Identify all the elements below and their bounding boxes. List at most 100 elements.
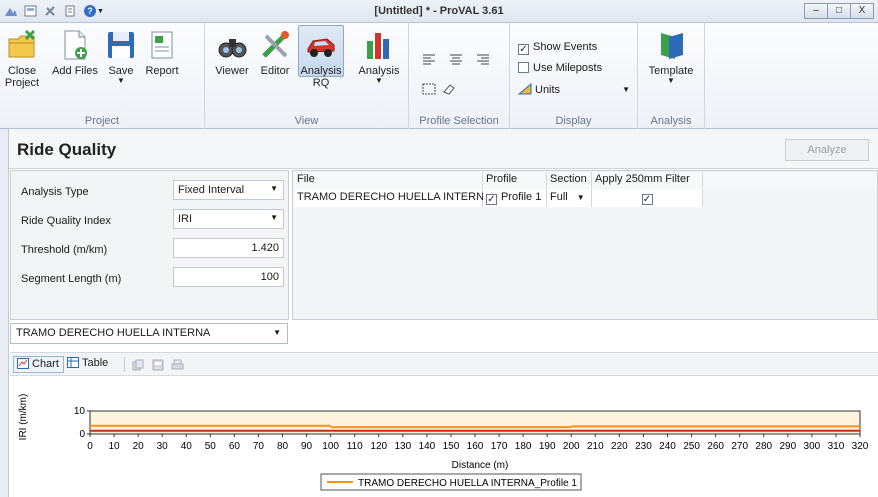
chart-icon	[17, 358, 29, 369]
x-tick-label: 80	[277, 441, 289, 452]
car-icon	[305, 29, 337, 61]
column-header-profile[interactable]: Profile	[483, 172, 547, 188]
align-center-icon[interactable]	[449, 53, 463, 65]
column-header-section[interactable]: Section	[547, 172, 592, 188]
x-tick-label: 200	[563, 441, 580, 452]
ride-quality-panel: Ride Quality Analyze Analysis Type Fixed…	[9, 129, 878, 497]
analyze-button[interactable]: Analyze	[785, 139, 869, 161]
x-tick-label: 100	[322, 441, 339, 452]
threshold-label: Threshold (m/km)	[21, 244, 108, 256]
checkbox-checked-icon: ✓	[518, 44, 529, 55]
checkbox-unchecked-icon	[518, 62, 529, 73]
view-tabs: Chart Table	[10, 352, 878, 376]
ribbon: Close Project Add Files Save ▼ Report Pr…	[0, 23, 878, 129]
checkbox-checked-icon[interactable]: ✓	[486, 194, 497, 205]
rqi-select[interactable]: IRI ▼	[173, 209, 284, 229]
template-icon	[655, 29, 687, 61]
x-tick-label: 210	[587, 441, 604, 452]
panel-header: Ride Quality Analyze	[9, 129, 878, 169]
x-tick-label: 230	[635, 441, 652, 452]
print-icon[interactable]	[171, 359, 184, 374]
chevron-down-icon: ▼	[117, 76, 125, 85]
x-tick-label: 290	[779, 441, 796, 452]
show-events-checkbox[interactable]: ✓ Show Events	[518, 41, 597, 55]
ribbon-group-project: Close Project Add Files Save ▼ Report Pr…	[0, 23, 205, 129]
x-tick-label: 180	[515, 441, 532, 452]
export-icon[interactable]	[152, 359, 164, 374]
x-tick-label: 310	[828, 441, 845, 452]
analysis-type-label: Analysis Type	[21, 186, 89, 198]
y-tick-label: 10	[74, 406, 86, 417]
cell-filter[interactable]: ✓	[592, 189, 703, 207]
x-tick-label: 120	[370, 441, 387, 452]
cell-file[interactable]: TRAMO DERECHO HUELLA INTERNA	[294, 189, 491, 207]
select-rectangle-icon[interactable]	[422, 83, 436, 95]
minimize-button[interactable]: –	[804, 3, 828, 19]
editor-button[interactable]: Editor	[257, 29, 293, 77]
profile-file-select[interactable]: TRAMO DERECHO HUELLA INTERNA ▼	[10, 323, 288, 344]
template-button[interactable]: Template ▼	[646, 29, 696, 85]
x-tick-label: 320	[852, 441, 869, 452]
x-tick-label: 280	[755, 441, 772, 452]
ribbon-group-view: Viewer Editor Analysis RQ Analysis ▼ Vie…	[205, 23, 409, 129]
eraser-icon[interactable]	[442, 83, 456, 95]
chevron-down-icon: ▼	[375, 76, 383, 85]
title-bar: ? ▼ [Untitled] * - ProVAL 3.61 – □ X	[0, 0, 878, 23]
column-header-filter[interactable]: Apply 250mm Filter	[592, 172, 703, 188]
x-tick-label: 300	[804, 441, 821, 452]
chart-canvas[interactable]: IRI (m/km) 1000 10 20 30 40 50 60 70 80 90 100 110 1…	[10, 377, 878, 497]
analysis-parameters: Analysis Type Fixed Interval ▼ Ride Qual…	[10, 170, 289, 320]
chevron-down-icon: ▼	[270, 213, 278, 222]
ribbon-group-profile-selection: Profile Selection	[409, 23, 510, 129]
y-axis-label: IRI (m/km)	[18, 394, 29, 441]
checkbox-checked-icon[interactable]: ✓	[641, 194, 653, 205]
analysis-rq-button[interactable]: Analysis RQ	[298, 25, 344, 89]
ribbon-group-analysis: Template ▼ Analysis	[638, 23, 705, 129]
x-tick-label: 20	[133, 441, 145, 452]
x-tick-label: 150	[443, 441, 460, 452]
chevron-down-icon: ▼	[576, 193, 585, 202]
add-file-icon	[59, 29, 91, 61]
chevron-down-icon: ▼	[667, 76, 675, 85]
left-dock-strip	[0, 129, 9, 497]
x-tick-label: 0	[87, 441, 93, 452]
rqi-label: Ride Quality Index	[21, 215, 111, 227]
cell-profile[interactable]: ✓ Profile 1	[483, 189, 547, 207]
x-tick-label: 220	[611, 441, 628, 452]
window-title: [Untitled] * - ProVAL 3.61	[374, 5, 504, 17]
add-files-button[interactable]: Add Files	[50, 29, 100, 77]
units-dropdown[interactable]: Units ▼	[517, 82, 630, 96]
tab-table[interactable]: Table	[64, 356, 112, 373]
analysis-button[interactable]: Analysis ▼	[357, 29, 401, 85]
report-icon	[146, 29, 178, 61]
maximize-button[interactable]: □	[827, 3, 851, 19]
cell-section-select[interactable]: Full ▼	[547, 189, 592, 207]
column-header-empty	[703, 172, 877, 188]
column-header-file[interactable]: File	[294, 172, 483, 188]
analysis-type-select[interactable]: Fixed Interval ▼	[173, 180, 284, 200]
use-mileposts-checkbox[interactable]: Use Mileposts	[518, 62, 602, 74]
copy-icon[interactable]	[132, 359, 144, 374]
legend-label: TRAMO DERECHO HUELLA INTERNA_Profile 1	[358, 478, 577, 489]
x-tick-label: 10	[109, 441, 121, 452]
y-axis-title: IRI (m/km)	[18, 394, 29, 441]
tab-chart[interactable]: Chart	[13, 356, 64, 373]
x-tick-label: 110	[347, 441, 363, 452]
chart-legend: TRAMO DERECHO HUELLA INTERNA_Profile 1	[320, 473, 582, 491]
close-project-button[interactable]: Close Project	[4, 29, 40, 89]
report-button[interactable]: Report	[142, 29, 182, 77]
align-right-icon[interactable]	[476, 53, 490, 65]
viewer-button[interactable]: Viewer	[212, 29, 252, 77]
save-button[interactable]: Save ▼	[104, 29, 138, 85]
threshold-input[interactable]: 1.420	[173, 238, 284, 258]
align-left-icon[interactable]	[422, 53, 436, 65]
close-project-icon	[6, 29, 38, 61]
ride-quality-chart: IRI (m/km) 10 0 0 10 20 30 40 50 60 70 80 90 100 110 1…	[10, 377, 878, 497]
ruler-icon	[517, 82, 532, 95]
close-button[interactable]: X	[850, 3, 874, 19]
file-grid: File Profile Section Apply 250mm Filter …	[292, 170, 878, 320]
x-axis-label: Distance (m)	[452, 460, 509, 471]
x-tick-label: 190	[539, 441, 556, 452]
segment-length-input[interactable]: 100	[173, 267, 284, 287]
x-tick-label: 170	[491, 441, 508, 452]
